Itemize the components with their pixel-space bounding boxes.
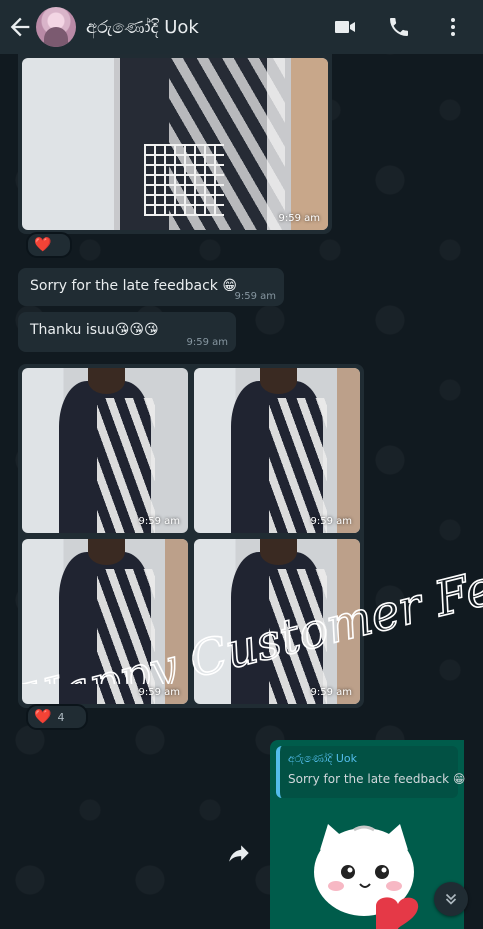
video-call-icon[interactable] <box>333 15 357 39</box>
image-message[interactable]: 9:59 am <box>18 54 332 234</box>
message-time: 9:59 am <box>138 687 180 698</box>
scroll-down-button[interactable] <box>434 882 468 916</box>
reaction-badge[interactable]: ❤️ 4 <box>26 704 88 730</box>
phone-icon[interactable] <box>387 15 411 39</box>
quoted-message[interactable]: අරුණෝදි Uok Sorry for the late feedback … <box>276 746 466 798</box>
chat-header: අරුණෝදි Uok <box>0 0 483 54</box>
dress-photo[interactable]: 9:59 am <box>22 368 188 533</box>
quote-author: අරුණෝදි Uok <box>288 752 357 765</box>
message-text: Thanku isuu😘😘😘 <box>30 322 159 338</box>
dress-photo[interactable]: 9:59 am <box>22 58 328 230</box>
avatar[interactable] <box>36 7 76 47</box>
quote-text: Sorry for the late feedback 😁 <box>288 772 466 786</box>
arrow-left-icon[interactable] <box>6 13 34 41</box>
reaction-badge[interactable]: ❤️ <box>26 232 72 258</box>
message-time: 9:59 am <box>278 213 320 224</box>
chat-area[interactable]: 9:59 am ❤️ Sorry for the late feedback 😁… <box>0 54 483 929</box>
contact-name[interactable]: අරුණෝදි Uok <box>86 17 199 38</box>
heart-icon: ❤️ <box>34 237 52 253</box>
text-message[interactable]: Thanku isuu😘😘😘 9:59 am <box>18 312 236 352</box>
dress-photo[interactable]: 9:59 am <box>22 539 188 704</box>
message-text: Sorry for the late feedback 😁 <box>30 278 237 294</box>
message-time: 9:59 am <box>310 687 352 698</box>
reaction-count: 4 <box>57 710 65 724</box>
heart-icon: ❤️ <box>34 709 52 725</box>
double-chevron-down-icon <box>445 893 457 905</box>
message-time: 9:59 am <box>310 516 352 527</box>
message-time: 9:59 am <box>138 516 180 527</box>
message-time: 9:59 am <box>234 291 276 302</box>
text-message[interactable]: Sorry for the late feedback 😁 9:59 am <box>18 268 284 306</box>
image-group-message[interactable]: 9:59 am 9:59 am 9:59 am 9:59 am <box>18 364 364 708</box>
cat-sticker[interactable] <box>306 810 426 929</box>
dress-photo[interactable]: 9:59 am <box>194 539 360 704</box>
forward-icon[interactable] <box>226 840 252 866</box>
message-time: 9:59 am <box>186 337 228 348</box>
dress-photo[interactable]: 9:59 am <box>194 368 360 533</box>
more-vert-icon[interactable] <box>441 15 465 39</box>
